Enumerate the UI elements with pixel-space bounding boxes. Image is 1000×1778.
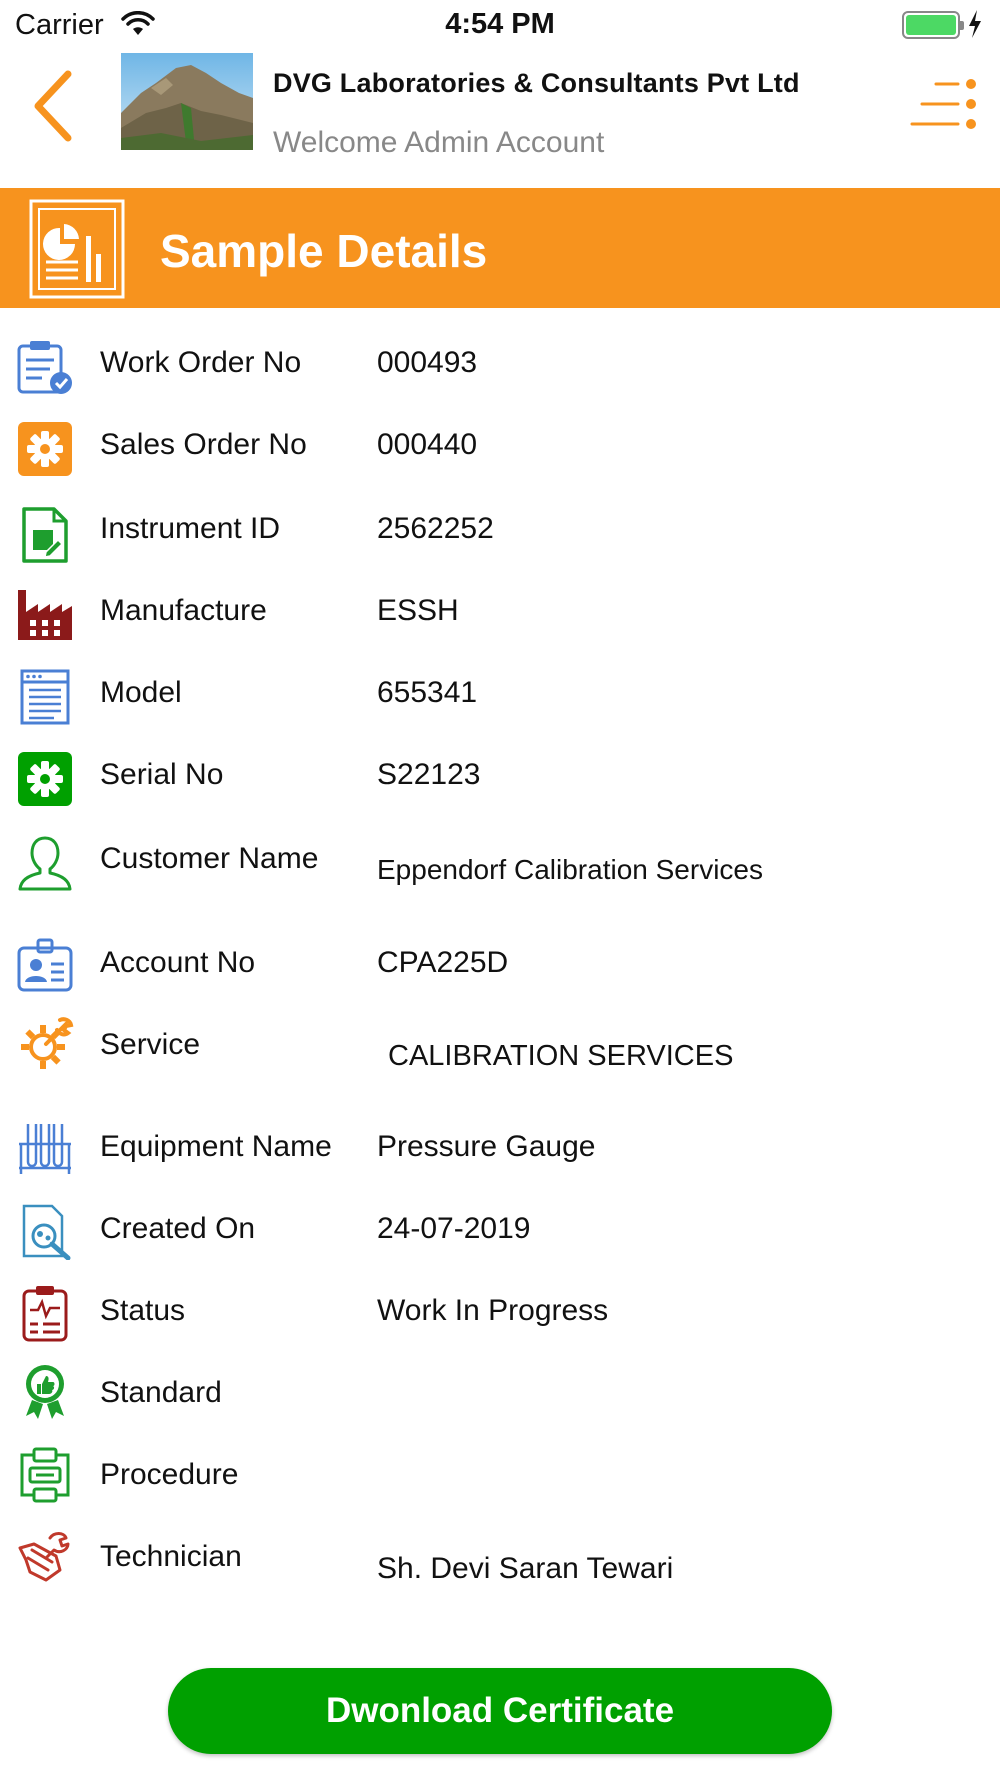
detail-value: ESSH (377, 594, 459, 627)
detail-label: Equipment Name (100, 1130, 332, 1163)
detail-value: Sh. Devi Saran Tewari (377, 1552, 674, 1585)
detail-value: CALIBRATION SERVICES (388, 1040, 734, 1072)
detail-value: Eppendorf Calibration Services (377, 854, 763, 885)
page-title: Sample Details (160, 225, 488, 277)
work-order-icon (17, 341, 72, 394)
detail-label: Account No (100, 946, 256, 979)
company-logo-image (121, 53, 253, 150)
detail-label: Model (100, 676, 182, 709)
detail-label: Created On (100, 1212, 256, 1245)
clock: 4:54 PM (445, 8, 555, 40)
sales-order-gear-icon (18, 422, 72, 476)
battery-icon (902, 11, 964, 39)
technician-wrench-icon (18, 1532, 70, 1582)
thumbs-up-badge-icon (26, 1365, 64, 1419)
detail-label: Sales Order No (100, 428, 307, 461)
detail-value: 000493 (377, 346, 478, 379)
menu-icon[interactable] (908, 78, 978, 130)
back-chevron-icon[interactable] (28, 66, 78, 146)
customer-person-icon (18, 836, 72, 891)
company-name: DVG Laboratories & Consultants Pvt Ltd (273, 68, 800, 98)
detail-label: Technician (100, 1540, 242, 1573)
service-wrench-gear-icon (21, 1017, 74, 1069)
account-id-card-icon (17, 938, 73, 992)
procedure-flow-icon (20, 1447, 70, 1503)
detail-label: Service (100, 1028, 201, 1061)
detail-value: Pressure Gauge (377, 1130, 596, 1163)
detail-label: Manufacture (100, 594, 267, 627)
serial-gear-icon (18, 752, 72, 806)
test-tubes-icon (19, 1124, 71, 1174)
detail-label: Instrument ID (100, 512, 281, 545)
charging-bolt-icon (969, 10, 981, 38)
section-banner: Sample Details (0, 188, 1000, 308)
detail-label: Customer Name (100, 842, 319, 875)
detail-label: Work Order No (100, 346, 302, 379)
search-document-icon (22, 1204, 71, 1260)
factory-icon (18, 590, 72, 640)
detail-value: CPA225D (377, 946, 509, 979)
detail-value: 24-07-2019 (377, 1212, 531, 1245)
app-header: DVG Laboratories & Consultants Pvt Ltd W… (0, 50, 1000, 188)
welcome-text: Welcome Admin Account (273, 126, 605, 159)
detail-label: Status (100, 1294, 186, 1327)
detail-value: S22123 (377, 758, 481, 791)
status-bar: Carrier 4:54 PM (0, 0, 1000, 50)
report-chart-icon (29, 199, 125, 299)
detail-label: Procedure (100, 1458, 239, 1491)
detail-value: Work In Progress (377, 1294, 609, 1327)
instrument-document-icon (22, 507, 68, 563)
detail-label: Standard (100, 1376, 222, 1409)
model-document-icon (20, 669, 70, 725)
download-certificate-button[interactable]: Dwonload Certificate (168, 1668, 832, 1754)
detail-label: Serial No (100, 758, 224, 791)
detail-value: 655341 (377, 676, 478, 709)
clipboard-icon (22, 1286, 68, 1342)
detail-value: 000440 (377, 428, 478, 461)
detail-value: 2562252 (377, 512, 494, 545)
